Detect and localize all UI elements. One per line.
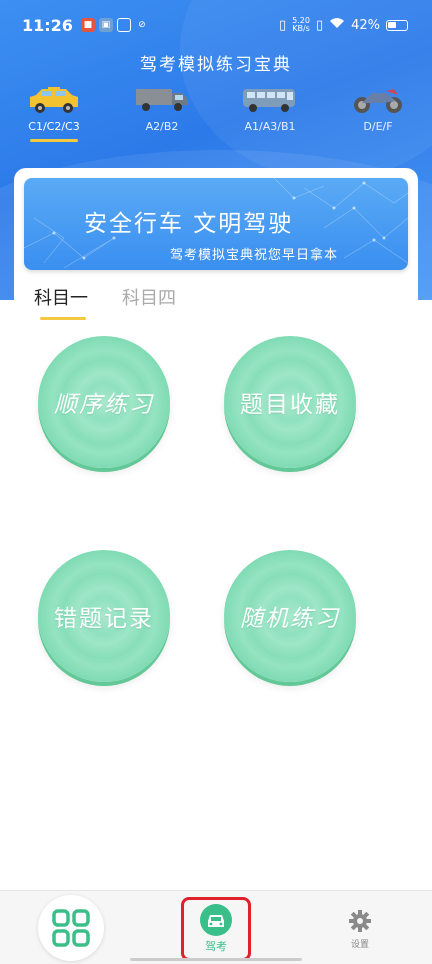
grid-icon [52, 909, 90, 947]
favorites-button[interactable]: 题目收藏 [224, 336, 356, 468]
active-tab-indicator [30, 139, 78, 142]
vibrate-icon: ▯ [278, 17, 287, 33]
message-notification-icon [116, 18, 131, 32]
active-tab-indicator [40, 317, 86, 320]
vehicle-tab-c1[interactable]: C1/C2/C3 [14, 84, 94, 142]
battery-icon [386, 19, 408, 31]
tab-subject-four[interactable]: 科目四 [122, 284, 176, 320]
button-label: 题目收藏 [240, 392, 340, 418]
vehicle-tab-d[interactable]: D/E/F [338, 84, 418, 133]
nav-label: 设置 [350, 940, 369, 950]
banner-title: 安全行车 文明驾驶 [84, 211, 294, 237]
nav-settings-button[interactable]: 设置 [340, 909, 380, 950]
bus-icon [230, 84, 310, 116]
home-indicator[interactable] [130, 958, 302, 961]
bottom-nav: 驾考 设置 [0, 890, 432, 964]
vehicle-tab-label: C1/C2/C3 [28, 120, 80, 133]
gallery-notification-icon: ▣ [98, 18, 113, 32]
status-time: 11:26 [22, 15, 73, 35]
vehicle-tab-label: A1/A3/B1 [244, 120, 296, 133]
vehicle-tab-label: A2/B2 [145, 120, 179, 133]
promo-banner: 安全行车 文明驾驶 驾考模拟宝典祝您早日拿本 [24, 178, 408, 270]
sequential-practice-button[interactable]: 顺序练习 [38, 336, 170, 468]
button-label: 错题记录 [54, 606, 154, 632]
gear-icon [349, 910, 371, 932]
sim-icon: ▯ [315, 17, 324, 33]
vehicle-tab-a2[interactable]: A2/B2 [122, 84, 202, 133]
tab-label: 科目一 [34, 288, 88, 309]
app-title: 驾考模拟练习宝典 [140, 55, 292, 75]
mistakes-button[interactable]: 错题记录 [38, 550, 170, 682]
nav-label: 驾考 [205, 940, 227, 953]
banner-subtitle: 驾考模拟宝典祝您早日拿本 [170, 248, 339, 263]
car-icon [200, 904, 232, 936]
button-label: 随机练习 [240, 606, 340, 632]
app-notification-icon: ■ [80, 18, 95, 32]
taxi-icon [14, 84, 94, 116]
vehicle-tabs: C1/C2/C3 A2/B2 A1/A3/B1 D/E/F [0, 84, 432, 144]
motorcycle-icon [338, 84, 418, 116]
tab-subject-one[interactable]: 科目一 [34, 284, 88, 320]
link-notification-icon: ⊘ [138, 20, 146, 30]
random-practice-button[interactable]: 随机练习 [224, 550, 356, 682]
nav-home-button[interactable] [38, 895, 104, 961]
wifi-icon [329, 17, 345, 33]
battery-level: 42% [351, 17, 380, 33]
nav-driving-test-button[interactable]: 驾考 [181, 897, 251, 961]
truck-icon [122, 84, 202, 116]
tab-label: 科目四 [122, 288, 176, 309]
main-card: 安全行车 文明驾驶 驾考模拟宝典祝您早日拿本 科目一 科目四 顺序练习 题目收藏… [14, 168, 418, 828]
net-speed: 5.20 KB/s [292, 16, 310, 33]
notification-icons: ■ ▣ ⊘ [80, 18, 149, 32]
vehicle-tab-a1[interactable]: A1/A3/B1 [230, 84, 310, 133]
button-label: 顺序练习 [54, 392, 154, 418]
status-bar: 11:26 ■ ▣ ⊘ ▯ 5.20 KB/s ▯ 42% [0, 0, 432, 50]
subject-tabs: 科目一 科目四 [34, 284, 176, 320]
vehicle-tab-label: D/E/F [363, 120, 393, 133]
